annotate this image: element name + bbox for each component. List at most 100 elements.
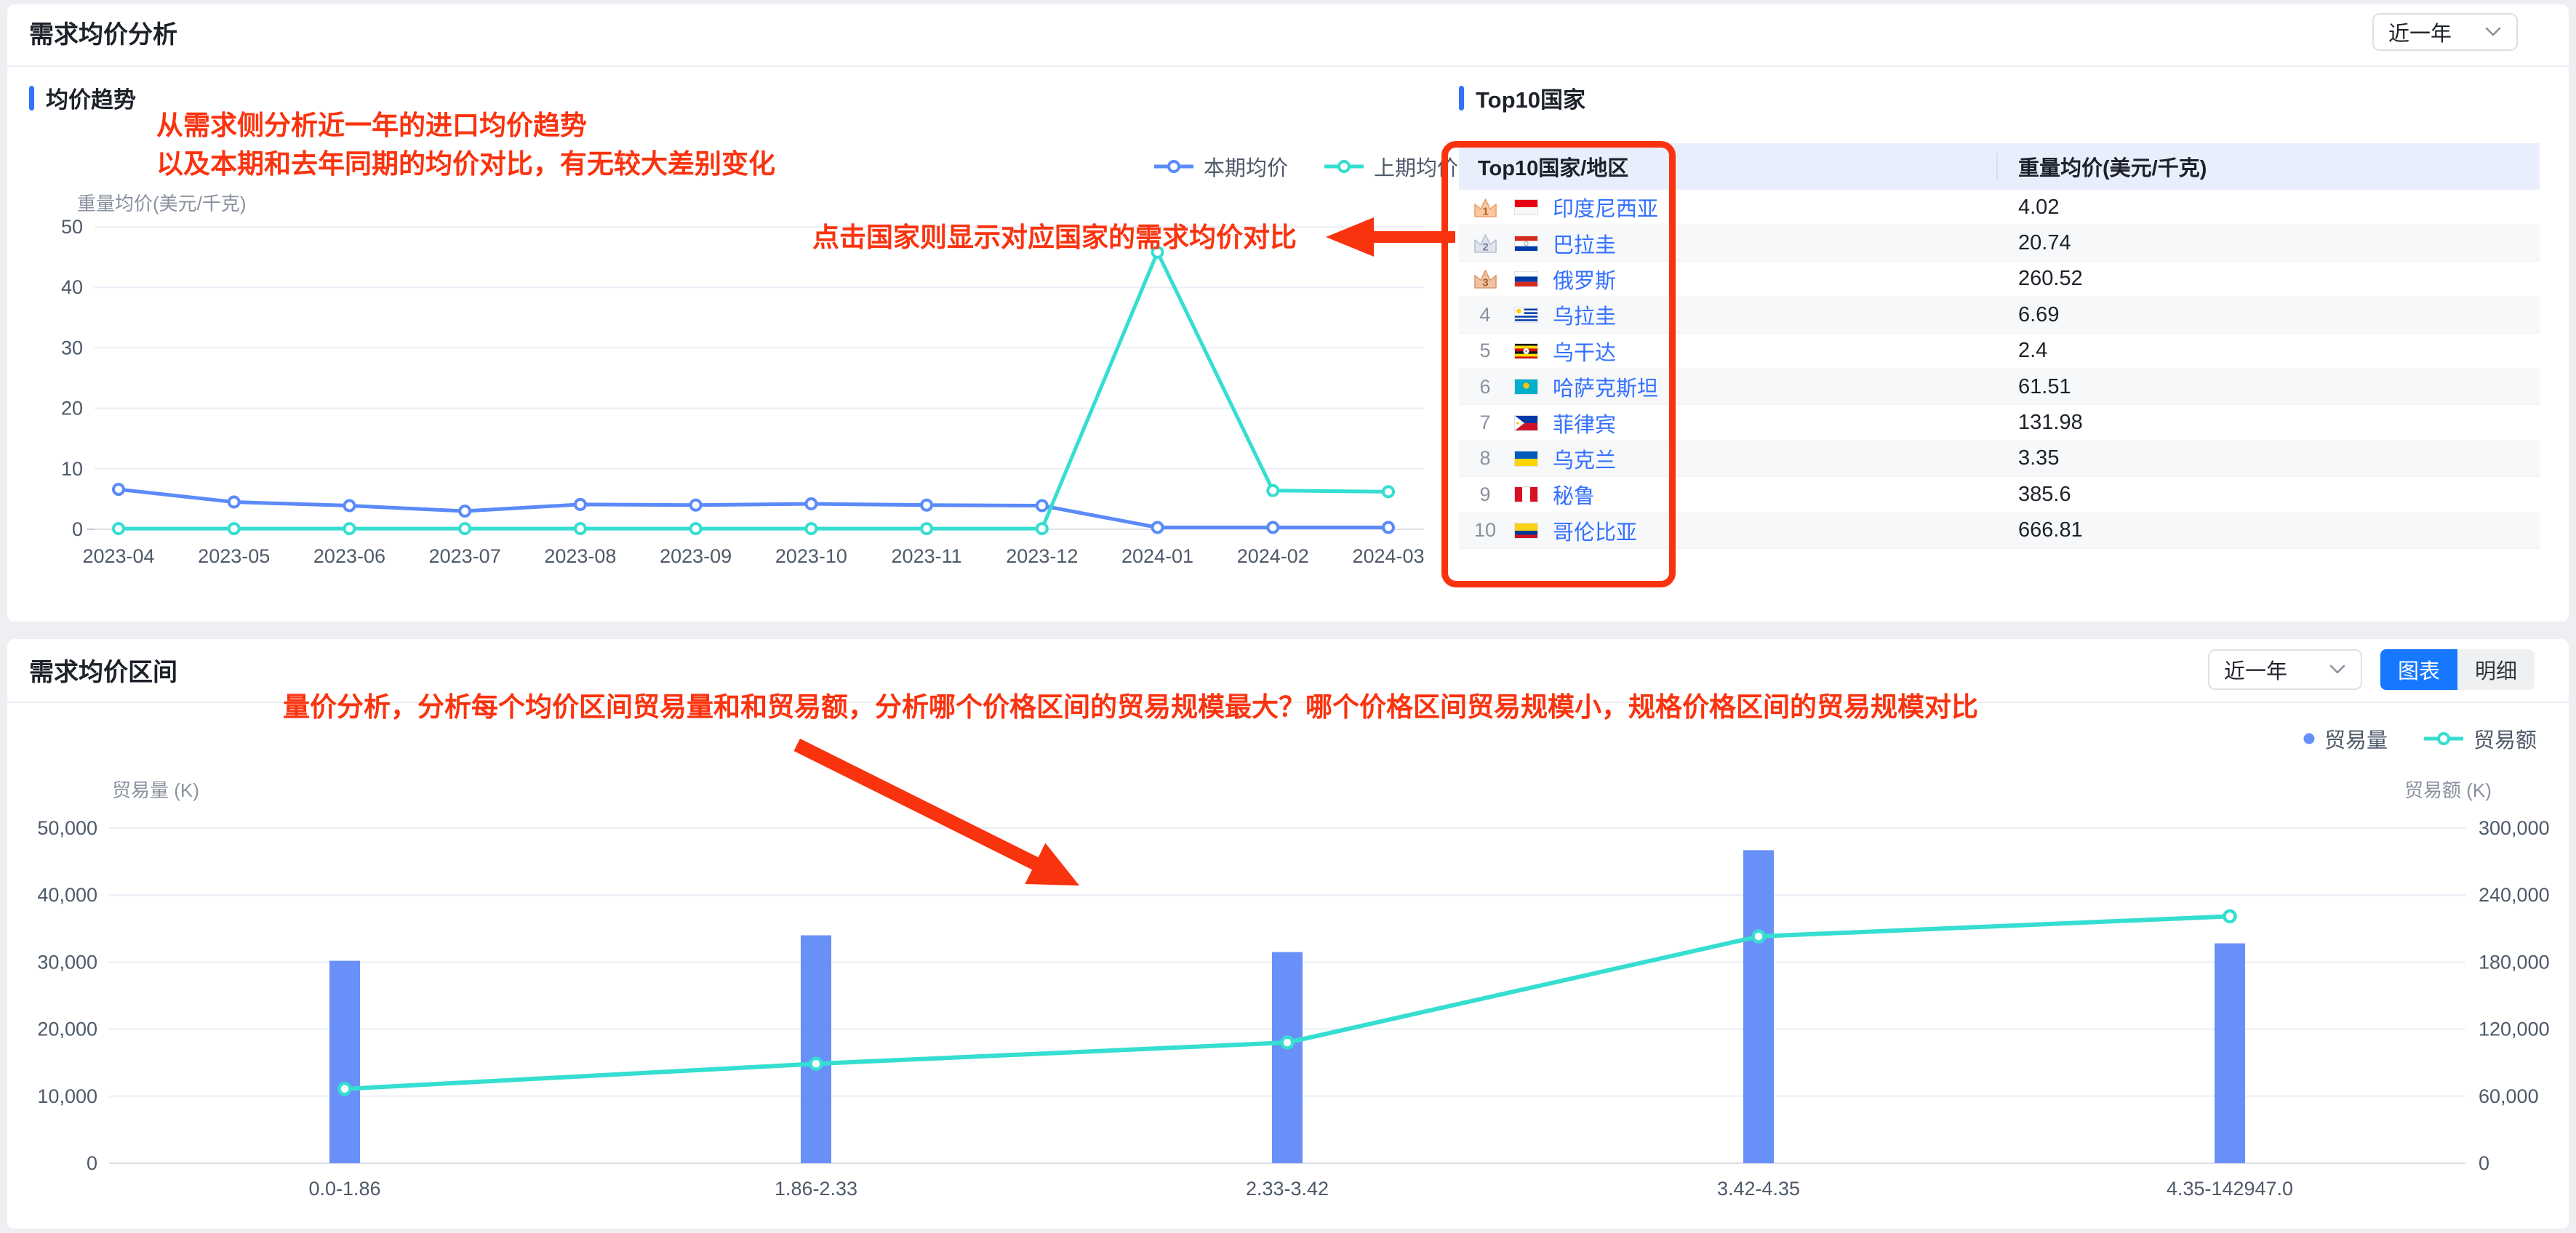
table-row[interactable]: 1 印度尼西亚 4.02: [1459, 190, 2540, 226]
trend-legend[interactable]: 本期均价 上期均价: [1153, 151, 1458, 182]
table-row[interactable]: 9 秘鲁 385.6: [1459, 477, 2540, 513]
svg-text:4.35-142947.0: 4.35-142947.0: [2167, 1178, 2293, 1200]
svg-text:2023-04: 2023-04: [82, 545, 154, 567]
table-row[interactable]: 2 巴拉圭 20.74: [1459, 225, 2540, 262]
legend-item-line[interactable]: 贸易额: [2423, 723, 2537, 754]
header-divider: [7, 65, 2569, 67]
country-link[interactable]: 哈萨克斯坦: [1553, 371, 1658, 402]
svg-text:2.33-3.42: 2.33-3.42: [1246, 1178, 1329, 1200]
top10-table-header: Top10国家/地区 重量均价(美元/千克): [1459, 143, 2540, 190]
line-marker-icon: [1324, 160, 1364, 173]
view-mode-tabs: 图表 明细: [2380, 649, 2535, 690]
legend-label: 上期均价: [1374, 157, 1459, 180]
column-header-country: Top10国家/地区: [1459, 143, 1998, 190]
table-row[interactable]: 5 乌干达 2.4: [1459, 334, 2540, 369]
x-axis-labels: 0.0-1.86 1.86-2.33 2.33-3.42 3.42-4.35 4.35-…: [308, 1178, 2293, 1200]
legend-item-bar[interactable]: 贸易量: [2303, 723, 2388, 754]
country-link[interactable]: 菲律宾: [1553, 408, 1616, 438]
avg-price-value: 131.98: [2018, 411, 2083, 435]
rank-number: 7: [1479, 411, 1491, 434]
country-link[interactable]: 秘鲁: [1553, 479, 1595, 510]
flag-icon-kz: [1514, 379, 1538, 395]
svg-text:0: 0: [72, 518, 83, 540]
trend-line-chart[interactable]: 010203040502023-04 2023-05 2023-06 2023-07 2…: [22, 212, 1440, 583]
tab-detail-view[interactable]: 明细: [2457, 649, 2535, 690]
svg-text:10: 10: [61, 458, 83, 480]
avg-price-value: 6.69: [2018, 302, 2060, 326]
avg-price-value: 260.52: [2018, 267, 2083, 291]
chevron-down-icon: [2484, 26, 2502, 38]
country-link[interactable]: 印度尼西亚: [1553, 192, 1658, 222]
legend-label: 贸易量: [2324, 729, 2388, 752]
section-accent-bar: [1459, 85, 1464, 111]
flag-icon-ug: [1514, 342, 1538, 359]
avg-price-value: 666.81: [2018, 518, 2083, 542]
trade-volume-bars: [329, 850, 2245, 1163]
table-row[interactable]: 8 乌克兰 3.35: [1459, 441, 2540, 478]
svg-text:2023-06: 2023-06: [313, 545, 385, 567]
rank-number: 4: [1479, 303, 1491, 326]
legend-item-series-0[interactable]: 本期均价: [1153, 151, 1288, 182]
avg-price-value: 20.74: [2018, 231, 2071, 255]
svg-text:2023-05: 2023-05: [198, 545, 270, 567]
country-link[interactable]: 乌拉圭: [1553, 300, 1616, 330]
table-row[interactable]: 6 哈萨克斯坦 61.51: [1459, 369, 2540, 406]
top10-table-body: 1 印度尼西亚 4.02 2 巴拉圭 20.74 3 俄罗斯 260.52 4 乌拉圭 6.69 5 乌干…: [1459, 190, 2540, 549]
country-cell: 9 秘鲁: [1459, 477, 1998, 512]
section-title-top10-label: Top10国家: [1476, 87, 1585, 113]
section-title-top10: Top10国家: [1459, 81, 1585, 114]
flag-icon-uy: [1514, 307, 1538, 324]
svg-text:300,000: 300,000: [2479, 817, 2550, 839]
flag-icon-ph: [1514, 414, 1538, 431]
svg-text:2024-03: 2024-03: [1352, 545, 1424, 567]
tab-chart-view[interactable]: 图表: [2380, 649, 2457, 690]
range-time-select[interactable]: 近一年: [2208, 649, 2362, 690]
svg-text:2023-12: 2023-12: [1006, 545, 1078, 567]
table-row[interactable]: 3 俄罗斯 260.52: [1459, 262, 2540, 298]
country-link[interactable]: 乌克兰: [1553, 443, 1616, 474]
svg-text:10,000: 10,000: [37, 1085, 97, 1107]
table-row[interactable]: 7 菲律宾 131.98: [1459, 405, 2540, 441]
country-link[interactable]: 哥伦比亚: [1553, 515, 1637, 546]
annotation-trend-line2: 以及本期和去年同期的均价对比，有无较大差别变化: [156, 149, 775, 179]
trend-series-0: [112, 483, 1395, 534]
country-link[interactable]: 俄罗斯: [1553, 264, 1616, 294]
svg-text:30: 30: [61, 337, 83, 358]
section-title-trend: 均价趋势: [29, 81, 136, 114]
avg-price-value: 61.51: [2018, 374, 2071, 398]
svg-text:2023-08: 2023-08: [544, 545, 616, 567]
svg-text:20,000: 20,000: [37, 1019, 97, 1040]
combo-legend[interactable]: 贸易量 贸易额: [2303, 723, 2537, 754]
table-row[interactable]: 4 乌拉圭 6.69: [1459, 297, 2540, 334]
rank-number: 5: [1479, 340, 1491, 362]
country-link[interactable]: 乌干达: [1553, 336, 1616, 366]
x-axis-labels: 2023-04 2023-05 2023-06 2023-07 2023-08 2023-…: [82, 545, 1424, 567]
legend-item-series-1[interactable]: 上期均价: [1323, 151, 1458, 182]
country-cell: 7 菲律宾: [1459, 405, 1998, 440]
country-link[interactable]: 巴拉圭: [1553, 228, 1616, 259]
svg-text:1: 1: [1482, 205, 1488, 217]
table-row[interactable]: 10 哥伦比亚 666.81: [1459, 513, 2540, 549]
page-title: 需求均价分析: [29, 21, 177, 49]
avg-price-value: 3.35: [2018, 446, 2060, 470]
price-range-combo-chart[interactable]: 0 10,000 20,000 30,000 40,000 50,000 0 60,000 12…: [22, 805, 2560, 1212]
rank-crown-icon: 2: [1469, 232, 1501, 254]
time-range-select[interactable]: 近一年: [2372, 13, 2518, 51]
svg-text:2023-07: 2023-07: [429, 545, 501, 567]
svg-text:0.0-1.86: 0.0-1.86: [308, 1178, 380, 1200]
rank-crown-icon: 1: [1469, 196, 1501, 219]
line-marker-icon: [2423, 732, 2463, 745]
country-cell: 1 印度尼西亚: [1459, 190, 1998, 225]
avg-price-value: 4.02: [2018, 195, 2060, 219]
top10-table: Top10国家/地区 重量均价(美元/千克) 1 印度尼西亚 4.02 2 巴拉圭 20.…: [1459, 143, 2540, 549]
demand-price-range-card: 需求均价区间 近一年 图表 明细 贸易量 贸易额 贸易量 (K) 贸易额 (K) …: [7, 639, 2569, 1229]
flag-icon-py: [1514, 235, 1538, 252]
avg-price-value: 385.6: [2018, 482, 2071, 506]
annotation-volume-price-note: 量价分析，分析每个均价区间贸易量和和贸易额，分析哪个价格区间的贸易规模最大？哪个…: [283, 692, 1978, 722]
svg-text:40: 40: [61, 276, 83, 298]
avg-price-value: 2.4: [2018, 339, 2048, 363]
svg-text:2024-01: 2024-01: [1121, 545, 1193, 567]
demand-avg-price-analysis-card: 需求均价分析 近一年 均价趋势 Top10国家 重量均价(美元/千克) 本期均价…: [7, 4, 2569, 622]
annotation-trend-note: 从需求侧分析近一年的进口均价趋势 以及本期和去年同期的均价对比，有无较大差别变化: [156, 106, 775, 183]
legend-label: 贸易额: [2473, 729, 2537, 752]
